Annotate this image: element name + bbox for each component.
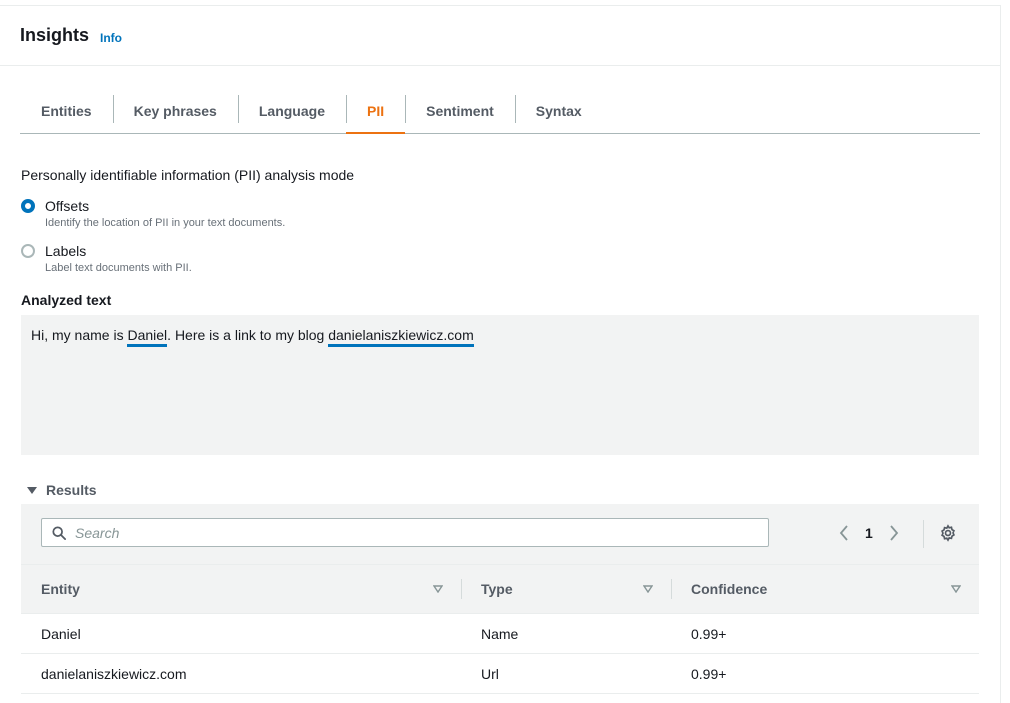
radio-labels-control[interactable] <box>21 244 35 258</box>
panel-header: Insights Info <box>0 6 1000 66</box>
tab-key-phrases[interactable]: Key phrases <box>112 88 238 133</box>
table-row: danielaniszkiewicz.com Url 0.99+ <box>21 654 979 694</box>
sort-down-icon <box>643 585 653 593</box>
cell-type: Name <box>481 625 519 642</box>
tab-syntax[interactable]: Syntax <box>514 88 603 133</box>
pagination: 1 <box>837 524 901 542</box>
cell-entity: Daniel <box>41 625 81 642</box>
analyzed-text-prefix: Hi, my name is <box>31 327 128 343</box>
cell-entity: danielaniszkiewicz.com <box>41 665 187 682</box>
current-page-number[interactable]: 1 <box>865 525 873 541</box>
cell-confidence: 0.99+ <box>691 665 727 682</box>
results-label: Results <box>46 482 97 498</box>
results-table-card: 1 Entity Type <box>21 504 979 698</box>
cell-confidence: 0.99+ <box>691 625 727 642</box>
page-title: Insights <box>20 25 90 45</box>
pii-highlight-url[interactable]: danielaniszkiewicz.com <box>328 327 474 347</box>
pii-highlight-name[interactable]: Daniel <box>127 327 168 347</box>
toolbar-divider <box>923 520 924 548</box>
search-icon <box>52 525 66 540</box>
tab-bar: Entities Key phrases Language PII Sentim… <box>20 88 980 134</box>
results-toolbar: 1 <box>21 504 979 564</box>
column-header-type[interactable]: Type <box>461 565 671 613</box>
tab-sentiment[interactable]: Sentiment <box>405 88 515 133</box>
cell-type: Url <box>481 665 499 682</box>
radio-labels[interactable]: Labels Label text documents with PII. <box>21 242 192 274</box>
column-header-entity[interactable]: Entity <box>21 565 461 613</box>
chevron-left-icon <box>839 525 848 541</box>
column-confidence-label: Confidence <box>691 581 768 597</box>
chevron-right-icon <box>890 525 898 541</box>
prev-page-button[interactable] <box>837 524 851 542</box>
next-page-button[interactable] <box>887 524 901 542</box>
analyzed-text-middle: . Here is a link to my blog <box>167 327 329 343</box>
tab-entities[interactable]: Entities <box>20 88 113 133</box>
table-row: Daniel Name 0.99+ <box>21 614 979 654</box>
column-entity-label: Entity <box>41 581 80 597</box>
analyzed-text-label: Analyzed text <box>21 292 112 308</box>
caret-down-icon <box>27 486 37 494</box>
tab-language[interactable]: Language <box>237 88 346 133</box>
search-input[interactable] <box>75 524 755 541</box>
sort-down-icon <box>951 585 961 593</box>
table-header: Entity Type Confidence <box>21 564 979 614</box>
column-type-label: Type <box>481 581 513 597</box>
radio-offsets[interactable]: Offsets Identify the location of PII in … <box>21 197 285 229</box>
column-header-confidence[interactable]: Confidence <box>671 565 979 613</box>
radio-offsets-description: Identify the location of PII in your tex… <box>45 217 286 229</box>
search-box[interactable] <box>41 518 769 547</box>
radio-offsets-control[interactable] <box>21 199 35 213</box>
pii-mode-label: Personally identifiable information (PII… <box>21 167 355 183</box>
analyzed-text-box: Hi, my name is Daniel. Here is a link to… <box>21 315 979 455</box>
preferences-button[interactable] <box>939 524 957 547</box>
radio-labels-label: Labels <box>45 243 87 259</box>
tab-pii[interactable]: PII <box>345 88 406 134</box>
sort-down-icon <box>433 585 443 593</box>
radio-offsets-label: Offsets <box>45 198 90 214</box>
radio-labels-description: Label text documents with PII. <box>45 262 192 274</box>
results-expander[interactable]: Results <box>27 482 97 498</box>
gear-icon <box>941 524 955 542</box>
info-link[interactable]: Info <box>100 31 122 45</box>
